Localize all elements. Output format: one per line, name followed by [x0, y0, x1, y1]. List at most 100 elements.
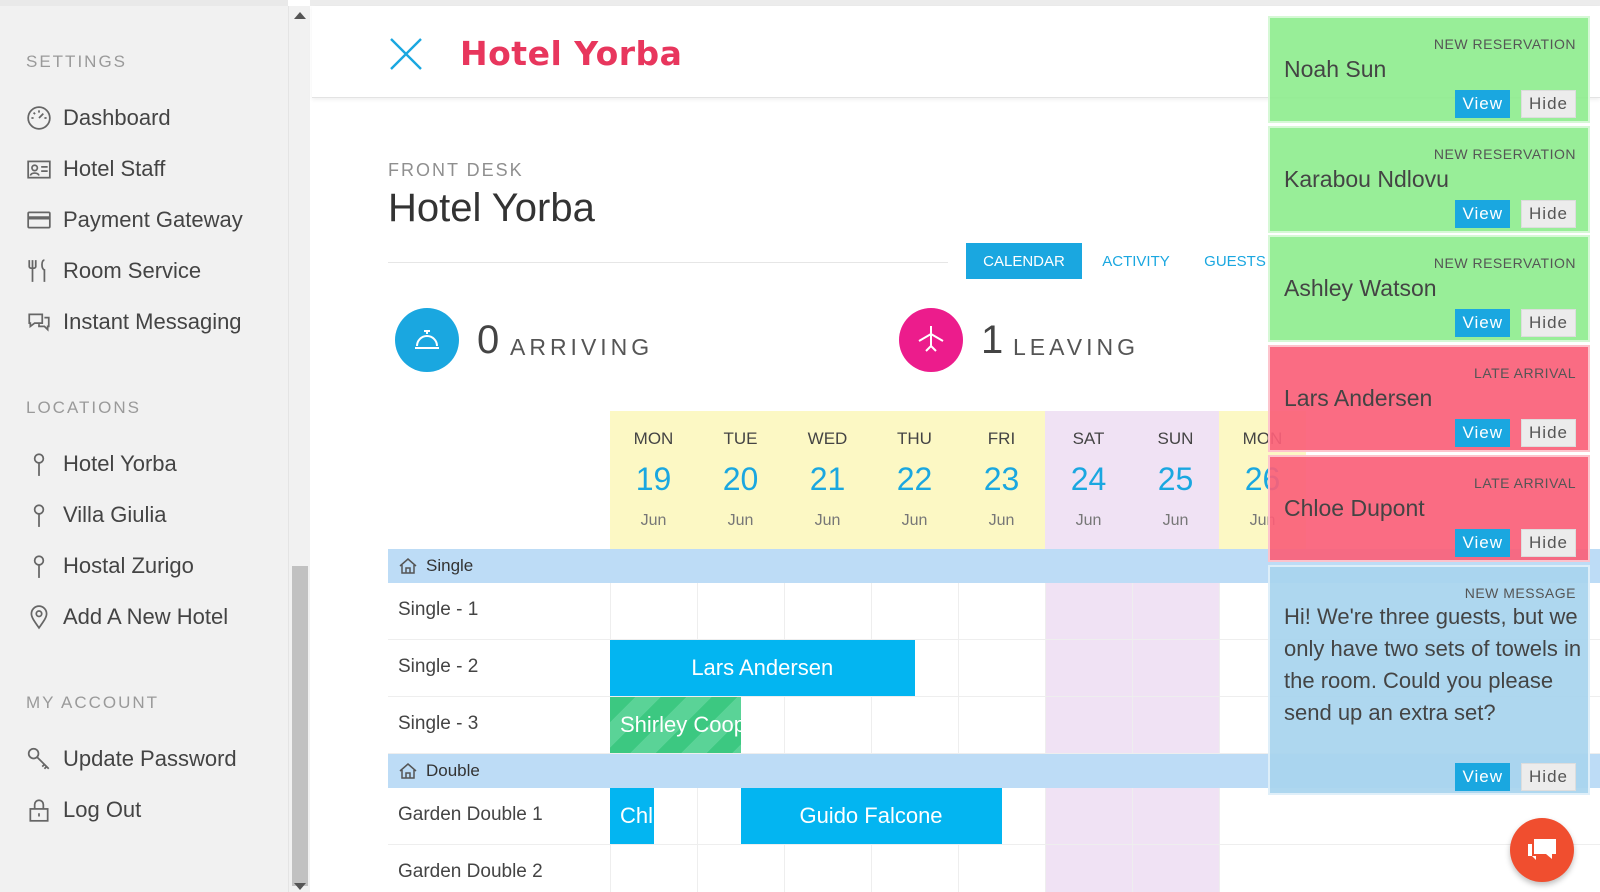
view-button[interactable]: View — [1455, 419, 1510, 447]
day-header: WED 21 Jun — [784, 411, 871, 549]
scrollbar-thumb[interactable] — [292, 566, 308, 886]
sidebar-item-log-out[interactable]: Log Out — [25, 792, 141, 828]
sidebar-item-hotel-staff[interactable]: Hotel Staff — [25, 151, 165, 187]
day-number: 24 — [1070, 461, 1107, 497]
settings-section-title: SETTINGS — [26, 52, 128, 71]
notification-type: LATE ARRIVAL — [1474, 475, 1576, 491]
map-pin-icon — [25, 501, 53, 529]
day-header: SUN 25 Jun — [1132, 411, 1219, 549]
tab-activity[interactable]: ACTIVITY — [1094, 243, 1178, 279]
leaving-stat-circle — [899, 308, 963, 372]
scroll-up-arrow-icon[interactable] — [294, 12, 306, 19]
day-number: 23 — [983, 461, 1020, 497]
view-button[interactable]: View — [1455, 763, 1510, 791]
hide-button[interactable]: Hide — [1521, 200, 1576, 228]
hide-button[interactable]: Hide — [1521, 90, 1576, 118]
booking-bar[interactable]: Chl — [610, 788, 654, 844]
view-button[interactable]: View — [1455, 90, 1510, 118]
hide-button[interactable]: Hide — [1521, 419, 1576, 447]
leaving-count: 1 — [981, 318, 1004, 362]
page-title: Hotel Yorba — [388, 186, 595, 230]
sidebar-item-label: Payment Gateway — [63, 207, 243, 232]
scroll-down-arrow-icon[interactable] — [294, 883, 306, 890]
booking-bar[interactable]: Shirley Coop — [610, 697, 741, 753]
sidebar-item-instant-messaging[interactable]: Instant Messaging — [25, 304, 242, 340]
sidebar-item-label: Log Out — [63, 797, 142, 822]
day-number: 21 — [809, 461, 846, 497]
day-month: Jun — [727, 512, 754, 529]
booking-guest-name: Chl — [620, 803, 654, 828]
close-icon[interactable] — [388, 36, 424, 72]
arriving-label: ARRIVING — [510, 334, 654, 360]
sidebar-item-label: Hotel Yorba — [63, 451, 177, 476]
room-row: Garden Double 2 — [388, 845, 1600, 892]
lock-icon — [25, 796, 53, 824]
notification-card: LATE ARRIVAL Chloe Dupont View Hide — [1268, 455, 1590, 562]
day-of-week: WED — [807, 429, 848, 448]
notification-guest-name: Noah Sun — [1284, 56, 1387, 82]
booking-guest-name: Lars Andersen — [691, 655, 834, 680]
notification-card: LATE ARRIVAL Lars Andersen View Hide — [1268, 345, 1590, 452]
day-of-week: FRI — [987, 429, 1016, 448]
map-pin-icon — [25, 552, 53, 580]
sidebar-item-label: Update Password — [63, 746, 237, 771]
account-section-title: MY ACCOUNT — [26, 693, 160, 712]
title-divider — [388, 262, 948, 263]
dashboard-icon — [25, 104, 53, 132]
day-header: MON 19 Jun — [610, 411, 697, 549]
notification-type: LATE ARRIVAL — [1474, 365, 1576, 381]
hide-button[interactable]: Hide — [1521, 763, 1576, 791]
room-label: Garden Double 2 — [398, 861, 543, 882]
chat-fab-button[interactable] — [1510, 818, 1574, 882]
sidebar-item-hostal-zurigo[interactable]: Hostal Zurigo — [25, 548, 194, 584]
view-button[interactable]: View — [1455, 309, 1510, 337]
view-button[interactable]: View — [1455, 200, 1510, 228]
hide-button[interactable]: Hide — [1521, 309, 1576, 337]
house-icon — [399, 558, 417, 574]
view-button[interactable]: View — [1455, 529, 1510, 557]
day-number: 19 — [635, 461, 672, 497]
sidebar-item-label: Hostal Zurigo — [63, 553, 194, 578]
sidebar-item-add-hotel[interactable]: Add A New Hotel — [25, 599, 228, 635]
day-number: 22 — [896, 461, 933, 497]
sidebar-item-hotel-yorba[interactable]: Hotel Yorba — [25, 446, 177, 482]
day-month: Jun — [1162, 512, 1189, 529]
sidebar-item-payment-gateway[interactable]: Payment Gateway — [25, 202, 243, 238]
airplane-icon — [918, 326, 944, 352]
sidebar-item-update-password[interactable]: Update Password — [25, 741, 237, 777]
booking-bar[interactable]: Guido Falcone — [740, 788, 1002, 844]
day-of-week: SAT — [1072, 429, 1105, 448]
sidebar-item-room-service[interactable]: Room Service — [25, 253, 201, 289]
key-icon — [25, 745, 53, 773]
sidebar-item-villa-giulia[interactable]: Villa Giulia — [25, 497, 167, 533]
hide-button[interactable]: Hide — [1521, 529, 1576, 557]
notification-card: NEW RESERVATION Noah Sun View Hide — [1268, 16, 1590, 123]
day-of-week: TUE — [723, 429, 758, 448]
tab-guests[interactable]: GUESTS — [1200, 243, 1270, 279]
booking-guest-name: Guido Falcone — [799, 803, 943, 828]
day-header: FRI 23 Jun — [958, 411, 1045, 549]
day-month: Jun — [988, 512, 1015, 529]
chat-icon — [1528, 839, 1556, 860]
booking-bar[interactable]: Lars Andersen — [610, 640, 915, 696]
day-month: Jun — [901, 512, 928, 529]
notification-guest-name: Karabou Ndlovu — [1284, 166, 1449, 192]
sidebar-item-label: Room Service — [63, 258, 202, 283]
bell-icon — [415, 330, 439, 349]
notification-guest-name: Ashley Watson — [1284, 275, 1437, 301]
sidebar-item-label: Hotel Staff — [63, 156, 166, 181]
sidebar-item-label: Dashboard — [63, 105, 171, 130]
room-label: Garden Double 1 — [398, 804, 543, 825]
notification-message: Hi! We're three guests, but we only have… — [1284, 604, 1582, 725]
day-header: THU 22 Jun — [871, 411, 958, 549]
sidebar-scrollbar[interactable] — [288, 6, 310, 892]
notification-type: NEW RESERVATION — [1433, 255, 1576, 271]
credit-card-icon — [25, 206, 53, 234]
day-month: Jun — [640, 512, 667, 529]
locations-section-title: LOCATIONS — [26, 398, 141, 417]
day-number: 25 — [1157, 461, 1194, 497]
leaving-label: LEAVING — [1013, 334, 1139, 360]
sidebar-item-label: Villa Giulia — [63, 502, 167, 527]
tab-calendar[interactable]: CALENDAR — [966, 243, 1082, 279]
sidebar-item-dashboard[interactable]: Dashboard — [25, 100, 171, 136]
